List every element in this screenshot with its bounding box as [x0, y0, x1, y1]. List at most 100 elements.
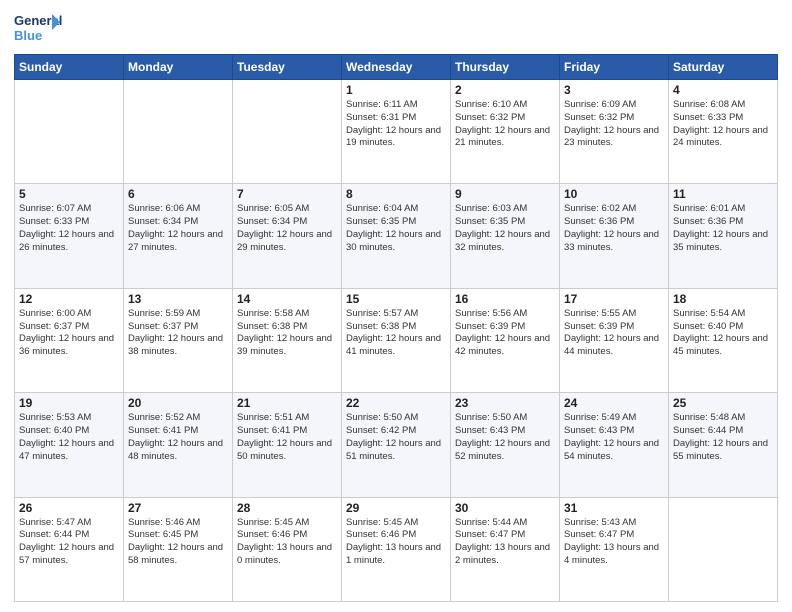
day-number: 18	[673, 292, 773, 306]
cell-content: Sunrise: 5:59 AM Sunset: 6:37 PM Dayligh…	[128, 308, 228, 359]
weekday-header: Friday	[560, 55, 669, 80]
calendar-cell: 29 Sunrise: 5:45 AM Sunset: 6:46 PM Dayli…	[342, 497, 451, 601]
weekday-header: Thursday	[451, 55, 560, 80]
calendar-cell: 15Sunrise: 5:57 AM Sunset: 6:38 PM Dayli…	[342, 288, 451, 392]
calendar-week-row: 26Sunrise: 5:47 AM Sunset: 6:44 PM Dayli…	[15, 497, 778, 601]
calendar-week-row: 19 Sunrise: 5:53 AM Sunset: 6:40 PM Dayli…	[15, 393, 778, 497]
day-number: 5	[19, 187, 119, 201]
cell-content: Sunrise: 5:50 AM Sunset: 6:43 PM Dayligh…	[455, 412, 555, 463]
cell-content: Sunrise: 6:03 AM Sunset: 6:35 PM Dayligh…	[455, 203, 555, 254]
day-number: 6	[128, 187, 228, 201]
day-number: 24	[564, 396, 664, 410]
calendar-week-row: 12 Sunrise: 6:00 AM Sunset: 6:37 PM Dayli…	[15, 288, 778, 392]
calendar-cell: 10Sunrise: 6:02 AM Sunset: 6:36 PM Dayli…	[560, 184, 669, 288]
calendar-cell: 21 Sunrise: 5:51 AM Sunset: 6:41 PM Dayli…	[233, 393, 342, 497]
calendar-cell: 27 Sunrise: 5:46 AM Sunset: 6:45 PM Dayli…	[124, 497, 233, 601]
calendar-cell: 25Sunrise: 5:48 AM Sunset: 6:44 PM Dayli…	[669, 393, 778, 497]
cell-content: Sunrise: 5:53 AM Sunset: 6:40 PM Dayligh…	[19, 412, 119, 463]
day-number: 9	[455, 187, 555, 201]
cell-content: Sunrise: 6:09 AM Sunset: 6:32 PM Dayligh…	[564, 99, 664, 150]
calendar-cell: 20 Sunrise: 5:52 AM Sunset: 6:41 PM Dayli…	[124, 393, 233, 497]
cell-content: Sunrise: 6:06 AM Sunset: 6:34 PM Dayligh…	[128, 203, 228, 254]
calendar-cell: 16 Sunrise: 5:56 AM Sunset: 6:39 PM Dayli…	[451, 288, 560, 392]
weekday-header: Wednesday	[342, 55, 451, 80]
day-number: 1	[346, 83, 446, 97]
calendar-cell: 24Sunrise: 5:49 AM Sunset: 6:43 PM Dayli…	[560, 393, 669, 497]
calendar-cell: 6 Sunrise: 6:06 AM Sunset: 6:34 PM Daylig…	[124, 184, 233, 288]
day-number: 27	[128, 501, 228, 515]
cell-content: Sunrise: 5:54 AM Sunset: 6:40 PM Dayligh…	[673, 308, 773, 359]
logo-svg: General Blue	[14, 10, 62, 46]
cell-content: Sunrise: 5:45 AM Sunset: 6:46 PM Dayligh…	[346, 517, 446, 568]
weekday-header: Sunday	[15, 55, 124, 80]
day-number: 30	[455, 501, 555, 515]
calendar-cell: 5 Sunrise: 6:07 AM Sunset: 6:33 PM Daylig…	[15, 184, 124, 288]
cell-content: Sunrise: 5:55 AM Sunset: 6:39 PM Dayligh…	[564, 308, 664, 359]
calendar-cell: 4Sunrise: 6:08 AM Sunset: 6:33 PM Daylig…	[669, 80, 778, 184]
day-number: 25	[673, 396, 773, 410]
calendar-cell: 14Sunrise: 5:58 AM Sunset: 6:38 PM Dayli…	[233, 288, 342, 392]
calendar-cell: 31Sunrise: 5:43 AM Sunset: 6:47 PM Dayli…	[560, 497, 669, 601]
cell-content: Sunrise: 6:00 AM Sunset: 6:37 PM Dayligh…	[19, 308, 119, 359]
cell-content: Sunrise: 5:45 AM Sunset: 6:46 PM Dayligh…	[237, 517, 337, 568]
day-number: 20	[128, 396, 228, 410]
page-header: General Blue	[14, 10, 778, 46]
calendar-cell: 23 Sunrise: 5:50 AM Sunset: 6:43 PM Dayli…	[451, 393, 560, 497]
cell-content: Sunrise: 5:50 AM Sunset: 6:42 PM Dayligh…	[346, 412, 446, 463]
day-number: 7	[237, 187, 337, 201]
weekday-header: Monday	[124, 55, 233, 80]
day-number: 21	[237, 396, 337, 410]
cell-content: Sunrise: 6:11 AM Sunset: 6:31 PM Dayligh…	[346, 99, 446, 150]
calendar-cell: 19 Sunrise: 5:53 AM Sunset: 6:40 PM Dayli…	[15, 393, 124, 497]
cell-content: Sunrise: 5:56 AM Sunset: 6:39 PM Dayligh…	[455, 308, 555, 359]
calendar-week-row: 1 Sunrise: 6:11 AM Sunset: 6:31 PM Daylig…	[15, 80, 778, 184]
day-number: 23	[455, 396, 555, 410]
calendar-cell: 9 Sunrise: 6:03 AM Sunset: 6:35 PM Daylig…	[451, 184, 560, 288]
calendar-cell: 26Sunrise: 5:47 AM Sunset: 6:44 PM Dayli…	[15, 497, 124, 601]
calendar-cell: 1 Sunrise: 6:11 AM Sunset: 6:31 PM Daylig…	[342, 80, 451, 184]
calendar-cell	[233, 80, 342, 184]
day-number: 3	[564, 83, 664, 97]
cell-content: Sunrise: 6:02 AM Sunset: 6:36 PM Dayligh…	[564, 203, 664, 254]
day-number: 19	[19, 396, 119, 410]
calendar-cell: 7 Sunrise: 6:05 AM Sunset: 6:34 PM Daylig…	[233, 184, 342, 288]
cell-content: Sunrise: 6:07 AM Sunset: 6:33 PM Dayligh…	[19, 203, 119, 254]
calendar-cell: 30 Sunrise: 5:44 AM Sunset: 6:47 PM Dayli…	[451, 497, 560, 601]
day-number: 17	[564, 292, 664, 306]
weekday-header: Tuesday	[233, 55, 342, 80]
cell-content: Sunrise: 6:10 AM Sunset: 6:32 PM Dayligh…	[455, 99, 555, 150]
cell-content: Sunrise: 6:05 AM Sunset: 6:34 PM Dayligh…	[237, 203, 337, 254]
cell-content: Sunrise: 6:04 AM Sunset: 6:35 PM Dayligh…	[346, 203, 446, 254]
cell-content: Sunrise: 5:52 AM Sunset: 6:41 PM Dayligh…	[128, 412, 228, 463]
calendar-cell: 22 Sunrise: 5:50 AM Sunset: 6:42 PM Dayli…	[342, 393, 451, 497]
cell-content: Sunrise: 5:51 AM Sunset: 6:41 PM Dayligh…	[237, 412, 337, 463]
calendar-cell	[124, 80, 233, 184]
calendar-cell	[669, 497, 778, 601]
calendar-cell: 17 Sunrise: 5:55 AM Sunset: 6:39 PM Dayli…	[560, 288, 669, 392]
calendar-cell: 8Sunrise: 6:04 AM Sunset: 6:35 PM Daylig…	[342, 184, 451, 288]
day-number: 15	[346, 292, 446, 306]
svg-text:Blue: Blue	[14, 28, 42, 43]
day-number: 2	[455, 83, 555, 97]
cell-content: Sunrise: 6:08 AM Sunset: 6:33 PM Dayligh…	[673, 99, 773, 150]
weekday-header: Saturday	[669, 55, 778, 80]
cell-content: Sunrise: 5:44 AM Sunset: 6:47 PM Dayligh…	[455, 517, 555, 568]
day-number: 28	[237, 501, 337, 515]
logo: General Blue	[14, 10, 62, 46]
cell-content: Sunrise: 6:01 AM Sunset: 6:36 PM Dayligh…	[673, 203, 773, 254]
calendar-cell: 13Sunrise: 5:59 AM Sunset: 6:37 PM Dayli…	[124, 288, 233, 392]
day-number: 12	[19, 292, 119, 306]
calendar-cell: 28 Sunrise: 5:45 AM Sunset: 6:46 PM Dayli…	[233, 497, 342, 601]
day-number: 11	[673, 187, 773, 201]
cell-content: Sunrise: 5:46 AM Sunset: 6:45 PM Dayligh…	[128, 517, 228, 568]
calendar-cell: 3 Sunrise: 6:09 AM Sunset: 6:32 PM Daylig…	[560, 80, 669, 184]
calendar-cell: 11 Sunrise: 6:01 AM Sunset: 6:36 PM Dayli…	[669, 184, 778, 288]
day-number: 16	[455, 292, 555, 306]
calendar-cell: 18 Sunrise: 5:54 AM Sunset: 6:40 PM Dayli…	[669, 288, 778, 392]
day-number: 22	[346, 396, 446, 410]
calendar-cell: 2 Sunrise: 6:10 AM Sunset: 6:32 PM Daylig…	[451, 80, 560, 184]
calendar-header-row: SundayMondayTuesdayWednesdayThursdayFrid…	[15, 55, 778, 80]
day-number: 29	[346, 501, 446, 515]
cell-content: Sunrise: 5:47 AM Sunset: 6:44 PM Dayligh…	[19, 517, 119, 568]
calendar-week-row: 5 Sunrise: 6:07 AM Sunset: 6:33 PM Daylig…	[15, 184, 778, 288]
